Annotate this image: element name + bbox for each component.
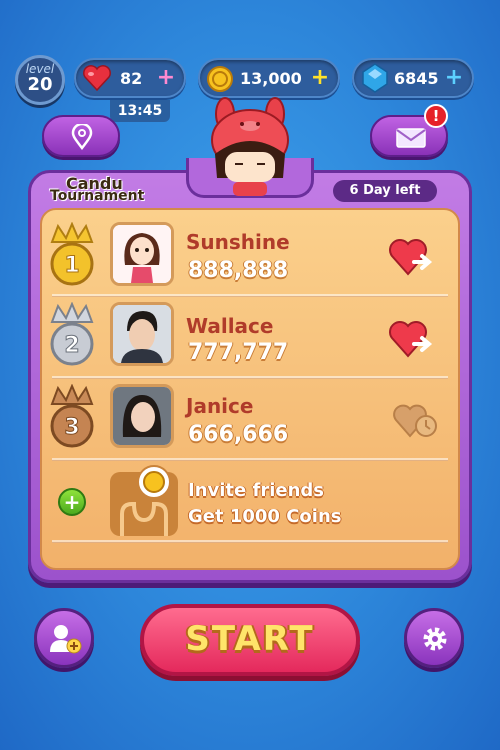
- bronze-crown-medal-icon: 3: [50, 384, 94, 448]
- map-button[interactable]: [42, 115, 120, 157]
- lives-pill: 82 +: [74, 58, 186, 98]
- add-friend-icon: [50, 625, 82, 654]
- coins-pill: 13,000 +: [198, 58, 340, 98]
- row-divider: [52, 376, 448, 379]
- envelope-icon: [396, 128, 426, 148]
- gem-icon: [362, 63, 388, 93]
- lives-count: 82: [120, 69, 143, 88]
- male-avatar-icon: [113, 305, 171, 363]
- send-heart-button[interactable]: [388, 318, 436, 360]
- avatar-wallace: [110, 302, 174, 366]
- coins-count: 13,000: [240, 69, 302, 88]
- silver-crown-medal-icon: 2: [50, 302, 94, 366]
- location-pin-icon: [71, 124, 93, 150]
- days-left-badge: 6 Day left: [333, 180, 437, 202]
- avatar-janice: [110, 384, 174, 448]
- add-friend-button[interactable]: [34, 608, 94, 668]
- player-name-2: Wallace: [186, 314, 274, 338]
- player-name-1: Sunshine: [186, 230, 290, 254]
- avatar-sunshine: [110, 222, 174, 286]
- invite-plus-button[interactable]: +: [58, 488, 86, 516]
- gems-pill: 6845 +: [352, 58, 474, 98]
- gear-icon: [423, 627, 447, 651]
- player-score-2: 777,777: [188, 340, 289, 365]
- add-coins-button[interactable]: +: [310, 67, 330, 89]
- invite-title: Invite friends: [188, 480, 324, 501]
- rank-3-number: 3: [64, 415, 79, 440]
- invite-reward: Get 1000 Coins: [188, 506, 342, 527]
- rank-1-number: 1: [64, 253, 79, 278]
- coin-icon: [207, 66, 233, 92]
- player-score-3: 666,666: [188, 422, 289, 447]
- start-button[interactable]: START: [140, 604, 360, 676]
- row-divider: [52, 458, 448, 461]
- level-badge: level 20: [15, 55, 65, 105]
- cartoon-girl-avatar-icon: [113, 225, 171, 283]
- lives-timer: 13:45: [110, 100, 170, 122]
- bunny-mascot-icon: [211, 97, 289, 196]
- notification-badge: !: [424, 104, 448, 128]
- rank-2-number: 2: [64, 333, 79, 358]
- heart-icon: [83, 65, 111, 92]
- level-value: 20: [27, 74, 53, 95]
- settings-button[interactable]: [404, 608, 464, 668]
- tournament-title: Candu Tournament: [50, 172, 182, 206]
- add-gems-button[interactable]: +: [444, 67, 464, 89]
- row-divider: [52, 540, 448, 543]
- row-divider: [52, 294, 448, 297]
- player-name-3: Janice: [186, 394, 254, 418]
- gems-count: 6845: [394, 69, 439, 88]
- invite-friends-icon: [110, 465, 178, 536]
- add-lives-button[interactable]: +: [156, 67, 176, 89]
- start-label: START: [185, 619, 315, 659]
- player-score-1: 888,888: [188, 258, 289, 283]
- gold-crown-medal-icon: 1: [50, 222, 94, 286]
- female-avatar-icon: [113, 387, 171, 445]
- send-heart-button[interactable]: [388, 236, 436, 278]
- tournament-title-line2: Tournament: [50, 188, 145, 204]
- heart-cooldown-icon: [393, 404, 437, 438]
